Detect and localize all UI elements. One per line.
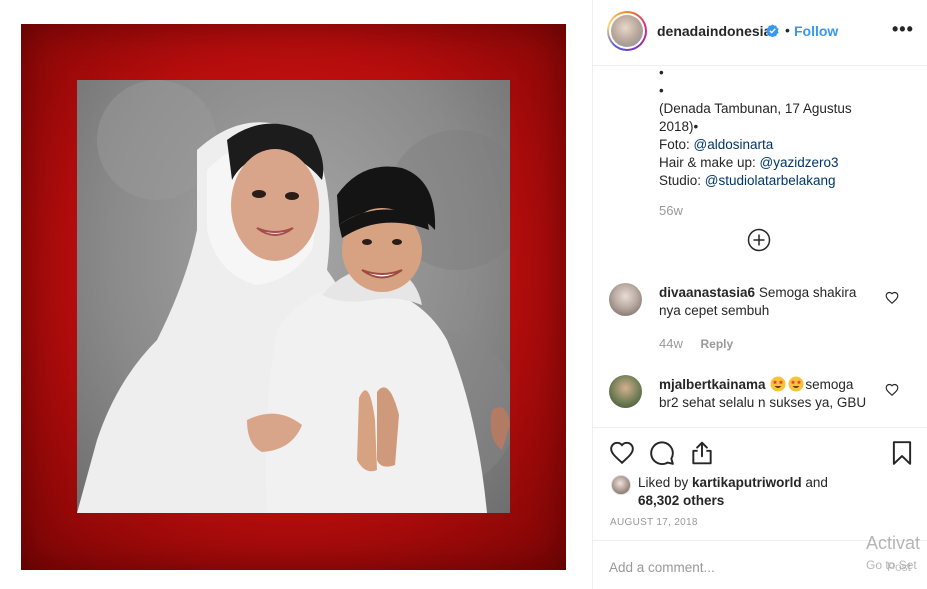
caption-line: • — [659, 65, 664, 80]
avatar[interactable] — [611, 15, 643, 47]
story-ring[interactable] — [607, 11, 647, 51]
heart-icon[interactable] — [885, 291, 899, 305]
caption-credit-photo: Foto: @aldosinarta — [659, 137, 774, 152]
comment-input[interactable] — [609, 556, 909, 578]
comment-text: divaanastasia6 Semoga shakira nya cepet … — [659, 284, 869, 320]
star-struck-emoji — [770, 376, 786, 392]
more-options-button[interactable]: ••• — [892, 19, 914, 40]
mention-link[interactable]: @yazidzero3 — [760, 155, 839, 170]
avatar[interactable] — [611, 475, 631, 495]
mention-link[interactable]: @studiolatarbelakang — [705, 173, 836, 188]
heart-icon[interactable] — [885, 383, 899, 397]
post-side-panel: denadaindonesia • Follow ••• • • (Denada… — [592, 0, 927, 589]
bookmark-icon[interactable] — [889, 440, 915, 466]
caption-line: • — [659, 83, 664, 98]
comment-username-link[interactable]: mjalbertkainama — [659, 377, 766, 392]
caption-line: (Denada Tambunan, 17 Agustus — [659, 101, 852, 116]
verified-badge-icon — [766, 24, 779, 37]
caption-line: 2018)• — [659, 119, 699, 134]
reply-button[interactable]: Reply — [700, 337, 733, 351]
liker-username-link[interactable]: kartikaputriworld — [692, 475, 802, 490]
header-separator: • — [785, 22, 790, 38]
heart-icon[interactable] — [609, 440, 635, 466]
photo-illustration — [77, 80, 510, 513]
comment-timestamp[interactable]: 44w — [659, 336, 683, 351]
post-username-link[interactable]: denadaindonesia — [657, 23, 771, 39]
red-frame-background — [21, 24, 566, 570]
comment-text: mjalbertkainama semoga br2 sehat selalu … — [659, 376, 869, 412]
post-date[interactable]: AUGUST 17, 2018 — [610, 517, 698, 528]
comment-icon[interactable] — [649, 440, 675, 466]
post-image-area — [0, 0, 592, 589]
post-caption: • • (Denada Tambunan, 17 Agustus 2018)• … — [659, 64, 919, 190]
post-photo[interactable] — [77, 80, 510, 513]
caption-credit-makeup: Hair & make up: @yazidzero3 — [659, 155, 839, 170]
share-icon[interactable] — [689, 440, 715, 466]
mention-link[interactable]: @aldosinarta — [694, 137, 774, 152]
comment-username-link[interactable]: divaanastasia6 — [659, 285, 755, 300]
caption-credit-studio: Studio: @studiolatarbelakang — [659, 173, 836, 188]
comment-meta: 44w Reply — [659, 336, 733, 351]
star-struck-emoji — [788, 376, 804, 392]
plus-circle-icon[interactable] — [747, 228, 771, 252]
post-comment-button[interactable]: Post — [887, 560, 911, 574]
follow-button[interactable]: Follow — [794, 23, 838, 39]
activation-watermark: Activat — [866, 533, 921, 553]
likes-count-link[interactable]: 68,302 others — [638, 493, 724, 508]
post-header: denadaindonesia • Follow ••• — [593, 0, 927, 66]
avatar[interactable] — [609, 283, 642, 316]
avatar[interactable] — [609, 375, 642, 408]
caption-timestamp[interactable]: 56w — [659, 203, 683, 218]
post-actions-bar — [593, 427, 927, 477]
